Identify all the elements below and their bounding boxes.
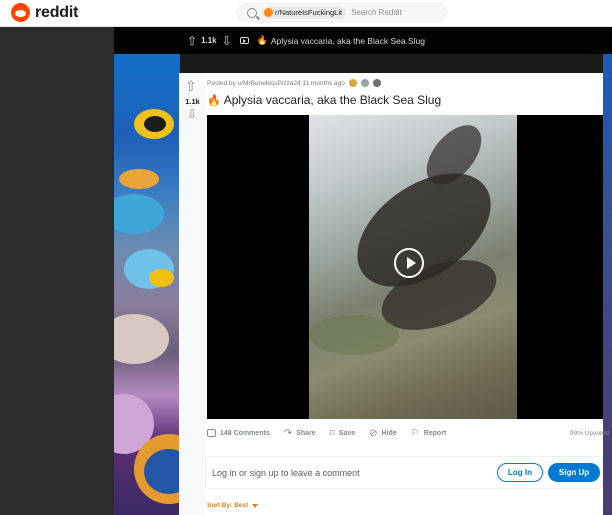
report-label: Report: [423, 429, 447, 437]
search-input[interactable]: Search Reddit: [351, 8, 402, 17]
comment-icon: [207, 429, 216, 437]
share-label: Share: [296, 429, 316, 437]
top-header: reddit r/NatureIsFuckingLit Search Reddi…: [0, 0, 612, 27]
post-card: ⇧ 1.1k ⇩ Posted by u/MrBonelessPizza24 1…: [179, 73, 609, 515]
downvote-icon[interactable]: ⇩: [222, 34, 232, 48]
comment-prompt: Log in or sign up to leave a comment Log…: [205, 456, 603, 489]
hide-label: Hide: [381, 429, 397, 437]
post-meta-text: Posted by u/MrBonelessPizza24 11 months …: [207, 79, 345, 87]
post-bar-title: Aplysia vaccaria, aka the Black Sea Slug: [270, 35, 425, 46]
subreddit-chip-label: r/NatureIsFuckingLit: [275, 8, 343, 17]
left-backdrop: [0, 27, 114, 515]
downvote-icon[interactable]: ⇩: [187, 107, 197, 121]
signup-button[interactable]: Sign Up: [548, 463, 600, 482]
comments-label: 148 Comments: [220, 429, 270, 437]
post-actions: 148 Comments ↷ Share ⌑ Save ⊘ Hide ⚐ Rep…: [207, 426, 609, 440]
report-button[interactable]: ⚐ Report: [411, 428, 447, 439]
share-button[interactable]: ↷ Share: [284, 428, 316, 439]
fire-icon: 🔥: [256, 35, 268, 45]
sort-label: Sort By: Best: [207, 502, 249, 509]
video-player[interactable]: [207, 115, 603, 419]
chevron-down-icon: [252, 503, 259, 508]
play-icon[interactable]: [394, 248, 424, 278]
award-icon[interactable]: [372, 79, 381, 87]
award-icon[interactable]: [348, 79, 357, 87]
search-bar[interactable]: r/NatureIsFuckingLit Search Reddit: [237, 3, 447, 22]
post-score: 1.1k: [185, 97, 200, 106]
upvote-ratio: 99% Upvoted: [569, 429, 609, 437]
sort-dropdown[interactable]: Sort By: Best: [207, 502, 259, 509]
background-reef-image: [114, 54, 180, 515]
media-icon: [239, 37, 249, 44]
share-icon: ↷: [283, 427, 293, 439]
comment-prompt-text: Log in or sign up to leave a comment: [212, 467, 360, 478]
search-icon: [247, 7, 257, 18]
hide-button[interactable]: ⊘ Hide: [369, 428, 397, 439]
fire-icon: 🔥: [207, 94, 221, 107]
post-top-bar: ⇧ 1.1k ⇩ 🔥 Aplysia vaccaria, aka the Bla…: [114, 27, 612, 54]
vote-column: ⇧ 1.1k ⇩: [179, 73, 206, 515]
reddit-logo[interactable]: reddit: [11, 3, 78, 22]
report-icon: ⚐: [410, 427, 420, 439]
save-button[interactable]: ⌑ Save: [330, 428, 356, 439]
login-button[interactable]: Log In: [497, 463, 543, 482]
post-bar-score: 1.1k: [201, 36, 217, 45]
reddit-logo-icon: [11, 3, 30, 22]
post-title[interactable]: 🔥 Aplysia vaccaria, aka the Black Sea Sl…: [207, 93, 441, 107]
hide-icon: ⊘: [369, 427, 378, 439]
subreddit-icon: [264, 8, 273, 17]
post-title-text: Aplysia vaccaria, aka the Black Sea Slug: [223, 93, 442, 107]
comments-button[interactable]: 148 Comments: [207, 429, 270, 437]
subreddit-chip[interactable]: r/NatureIsFuckingLit: [262, 6, 347, 19]
upvote-icon[interactable]: ⇧: [187, 34, 197, 48]
save-icon: ⌑: [329, 427, 335, 439]
award-icon[interactable]: [360, 79, 369, 87]
post-meta: Posted by u/MrBonelessPizza24 11 months …: [207, 79, 381, 87]
logo-text: reddit: [35, 3, 79, 21]
upvote-icon[interactable]: ⇧: [185, 78, 197, 95]
save-label: Save: [338, 429, 356, 437]
background-reef-edge: [603, 54, 612, 515]
